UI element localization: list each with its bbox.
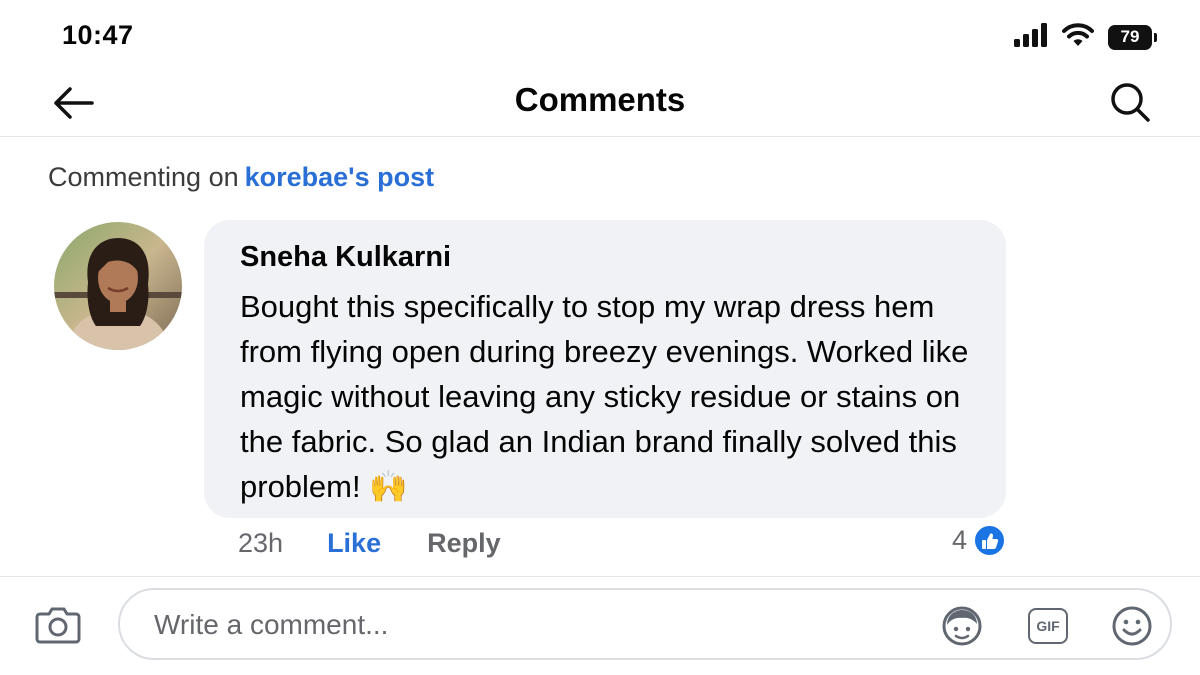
comment-timestamp: 23h <box>238 527 284 558</box>
signal-icon <box>1014 22 1048 52</box>
status-bar: 10:47 79 <box>0 0 1200 70</box>
comment-input[interactable] <box>154 606 914 644</box>
avatar-sticker-button[interactable] <box>940 604 984 648</box>
smiley-icon <box>1112 606 1152 646</box>
wifi-icon <box>1062 22 1094 52</box>
battery-level: 79 <box>1120 27 1140 46</box>
thumbs-up-icon <box>973 524 1006 557</box>
comment-author[interactable]: Sneha Kulkarni <box>240 240 970 274</box>
gif-icon: GIF <box>1028 608 1068 644</box>
search-button[interactable] <box>1106 78 1154 126</box>
commenting-on-context: Commenting on korebae's post <box>48 160 434 194</box>
comment-text: Bought this specifically to stop my wrap… <box>240 289 969 504</box>
camera-button[interactable] <box>34 603 82 647</box>
status-icons: 79 <box>1014 22 1157 52</box>
comment-composer[interactable]: GIF <box>118 588 1172 660</box>
avatar[interactable] <box>54 222 182 350</box>
status-time: 10:47 <box>62 20 134 50</box>
reply-button[interactable]: Reply <box>427 528 501 559</box>
gif-button[interactable]: GIF <box>1026 604 1070 648</box>
composer-divider <box>0 576 1200 577</box>
like-button[interactable]: Like <box>327 528 381 559</box>
camera-icon <box>35 607 81 644</box>
commenting-on-label: Commenting on <box>48 162 239 192</box>
avatar-sticker-icon <box>942 606 982 646</box>
page-title: Comments <box>514 81 686 118</box>
post-link[interactable]: korebae's post <box>245 162 435 192</box>
emoji-button[interactable] <box>1110 604 1154 648</box>
comment-actions: 23h Like Reply <box>238 525 501 561</box>
search-icon <box>1111 83 1150 122</box>
header: Comments <box>0 70 1200 137</box>
reaction-count: 4 <box>951 525 967 555</box>
reaction-summary[interactable]: 4 <box>952 524 1006 557</box>
comment-bubble: Sneha Kulkarni Bought this specifically … <box>204 220 1006 518</box>
battery-icon: 79 <box>1108 24 1157 50</box>
